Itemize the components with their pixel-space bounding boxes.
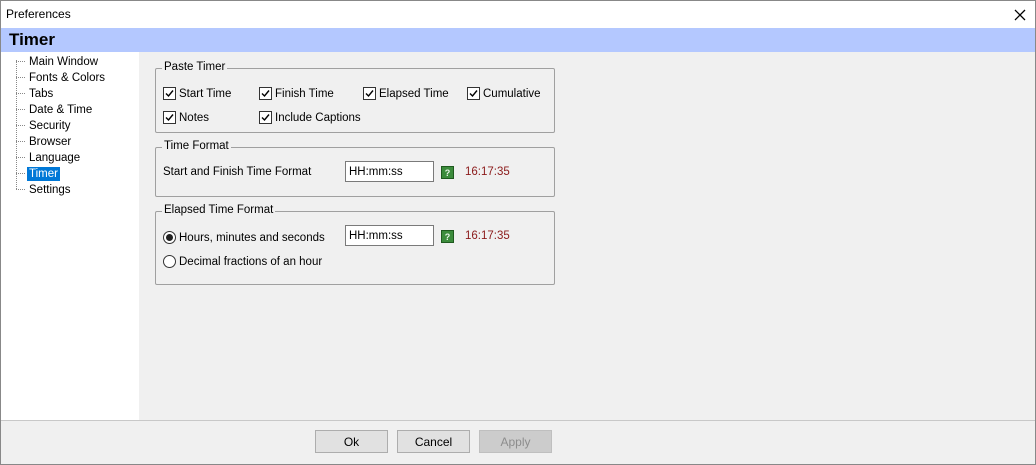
elapsed-format-input[interactable] [345,225,434,246]
cumulative-label: Cumulative [483,87,541,100]
time-format-help-button[interactable]: ? [441,166,454,179]
checkmark-icon [165,114,174,122]
cumulative-checkbox[interactable]: Cumulative [467,87,541,100]
apply-button[interactable]: Apply [479,430,552,453]
checkmark-icon [365,90,374,98]
include-captions-checkbox[interactable]: Include Captions [259,111,361,124]
radio-circle [163,231,176,244]
checkmark-icon [469,90,478,98]
tree-item-date-time[interactable]: Date & Time [16,102,94,117]
elapsed-time-format-group: Elapsed Time Format Hours, minutes and s… [155,204,555,285]
preferences-window: Preferences Timer Main Window Fonts & Co… [0,0,1036,465]
radio-circle [163,255,176,268]
tree-item-tabs[interactable]: Tabs [16,86,55,101]
decimal-label: Decimal fractions of an hour [179,255,323,268]
checkbox-box [163,111,176,124]
tree-item-browser[interactable]: Browser [16,134,73,149]
section-header: Timer [1,28,1035,52]
elapsed-time-label: Elapsed Time [379,87,449,100]
help-icon: ? [444,231,451,242]
start-time-label: Start Time [179,87,232,100]
elapsed-format-preview: 16:17:35 [465,230,510,242]
tree-item-timer[interactable]: Timer [16,166,60,181]
checkmark-icon [261,114,270,122]
paste-timer-legend: Paste Timer [162,61,228,73]
paste-timer-group: Paste Timer Start Time Finish Time Elaps… [155,61,555,133]
ok-button[interactable]: Ok [315,430,388,453]
time-format-label: Start and Finish Time Format [163,166,312,178]
time-format-legend: Time Format [162,140,231,152]
hours-minutes-seconds-radio[interactable]: Hours, minutes and seconds [163,231,325,244]
radio-dot [166,234,173,241]
checkmark-icon [261,90,270,98]
tree-item-security[interactable]: Security [16,118,73,133]
cancel-button[interactable]: Cancel [397,430,470,453]
decimal-fractions-radio[interactable]: Decimal fractions of an hour [163,255,322,268]
hms-label: Hours, minutes and seconds [179,231,325,244]
tree-item-main-window[interactable]: Main Window [16,54,100,69]
window-title: Preferences [6,7,71,21]
checkbox-box [467,87,480,100]
notes-label: Notes [179,111,210,124]
finish-time-label: Finish Time [275,87,334,100]
close-button[interactable] [1005,1,1035,28]
help-icon: ? [444,167,451,178]
time-format-input[interactable] [345,161,434,182]
close-icon [1014,9,1026,20]
start-time-checkbox[interactable]: Start Time [163,87,231,100]
checkbox-box [259,87,272,100]
checkbox-box [259,111,272,124]
elapsed-time-checkbox[interactable]: Elapsed Time [363,87,449,100]
elapsed-format-help-button[interactable]: ? [441,230,454,243]
category-tree: Main Window Fonts & Colors Tabs Date & T… [1,52,139,420]
tree-item-language[interactable]: Language [16,150,82,165]
title-bar: Preferences [1,1,1035,28]
time-format-group: Time Format Start and Finish Time Format… [155,140,555,197]
tree-item-fonts-colors[interactable]: Fonts & Colors [16,70,107,85]
notes-checkbox[interactable]: Notes [163,111,209,124]
section-title: Timer [9,30,55,49]
checkmark-icon [165,90,174,98]
elapsed-format-legend: Elapsed Time Format [162,204,276,216]
checkbox-box [163,87,176,100]
tree-item-settings[interactable]: Settings [16,182,73,197]
finish-time-checkbox[interactable]: Finish Time [259,87,334,100]
checkbox-box [363,87,376,100]
time-format-preview: 16:17:35 [465,166,510,178]
footer-divider [1,420,1035,421]
include-captions-label: Include Captions [275,111,361,124]
